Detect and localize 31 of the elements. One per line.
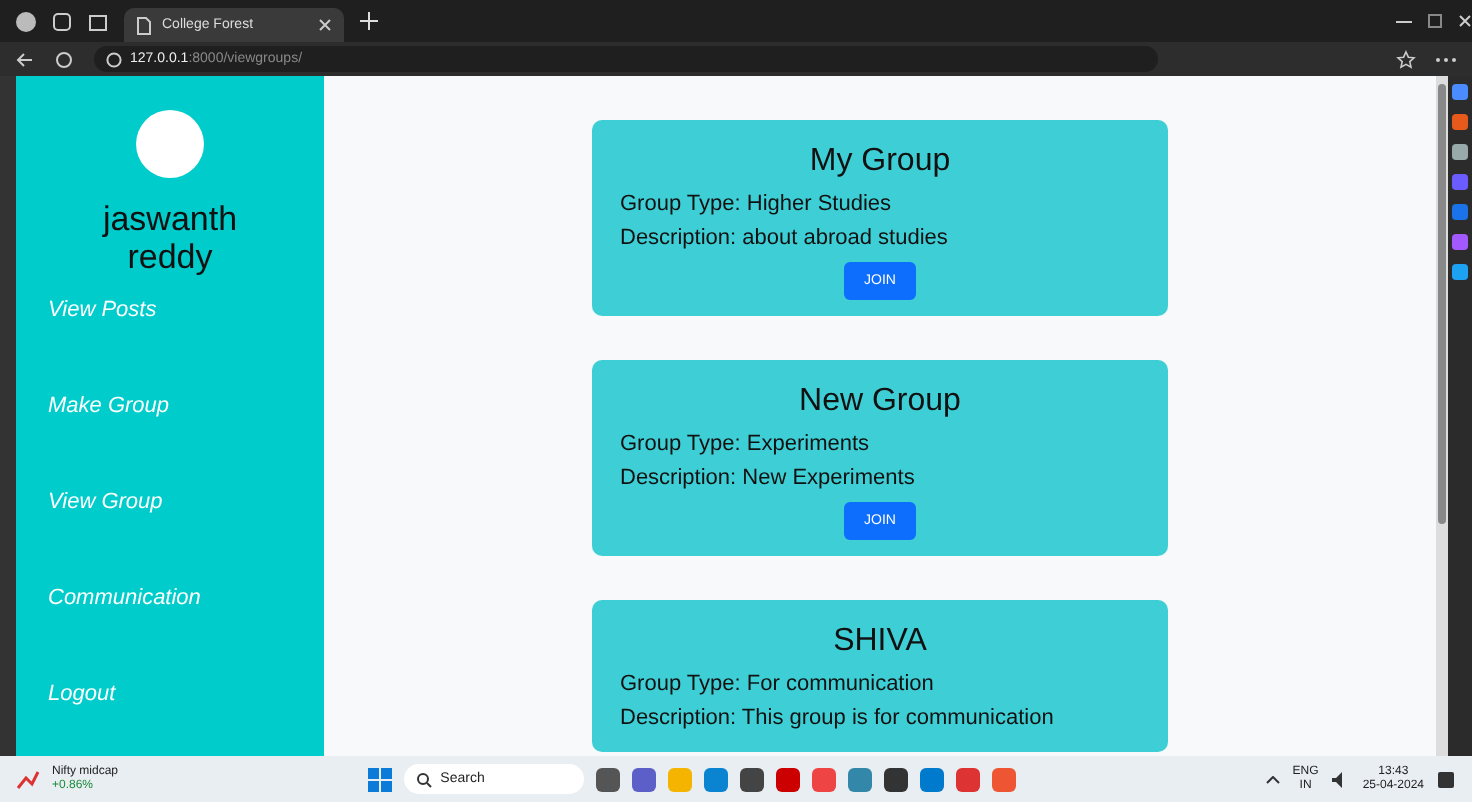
avatar-circle (134, 108, 206, 180)
plus-icon[interactable] (360, 12, 378, 30)
group-title: SHIVA (831, 624, 929, 660)
taskbar-app-icon[interactable] (776, 767, 801, 791)
taskbar-app-icon[interactable] (884, 767, 909, 791)
taskbar-app-icon[interactable] (632, 767, 657, 791)
scrollbar-thumb[interactable] (1438, 84, 1446, 524)
back-arrow-icon[interactable] (16, 51, 34, 67)
group-type: Group Type: Experiments (620, 430, 872, 460)
profile-icon[interactable] (16, 11, 36, 31)
taskbar-app-icon[interactable] (740, 767, 765, 791)
group-description: Description: about abroad studies (620, 224, 950, 254)
group-title: My Group (807, 144, 953, 180)
close-icon[interactable] (318, 18, 332, 32)
search-icon (416, 771, 433, 787)
start-icon[interactable] (368, 767, 393, 791)
group-description: Description: This group is for communication (620, 704, 1056, 734)
restore-icon[interactable] (1428, 14, 1442, 28)
minimize-icon[interactable] (1396, 19, 1412, 23)
group-type: Group Type: Higher Studies (620, 190, 894, 220)
close-icon[interactable] (1458, 14, 1472, 28)
page-icon (136, 15, 152, 35)
notification-icon[interactable] (1436, 769, 1457, 789)
user-name: jaswanth reddy (100, 200, 240, 276)
group-description: Description: New Experiments (620, 464, 917, 494)
caret-icon[interactable] (1266, 775, 1281, 783)
star-icon[interactable] (1396, 49, 1416, 69)
group-type: Group Type: For communication (620, 670, 936, 700)
chart-icon[interactable] (16, 767, 40, 791)
taskbar-app-icon[interactable] (596, 767, 621, 791)
group-title: New Group (797, 384, 963, 420)
